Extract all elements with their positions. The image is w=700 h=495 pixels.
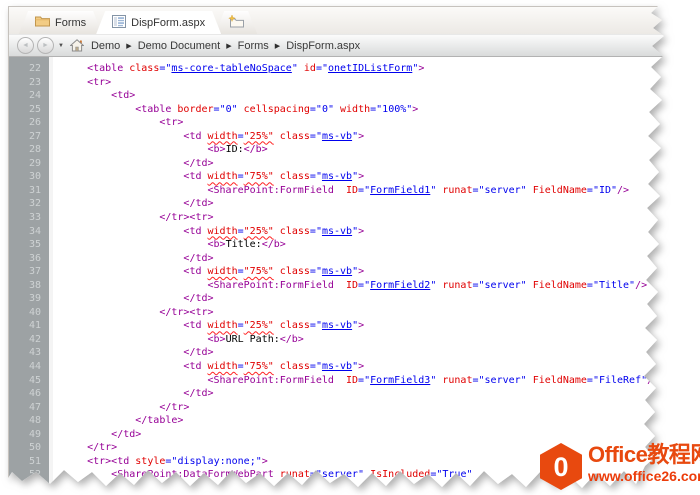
- line-number: 47: [9, 401, 49, 415]
- line-number: 43: [9, 346, 49, 360]
- breadcrumb-separator-icon: ▶: [275, 42, 280, 50]
- code-line: 32 </td>: [9, 197, 687, 211]
- tab-dispform[interactable]: DispForm.aspx: [96, 11, 221, 34]
- breadcrumb-item[interactable]: DispForm.aspx: [286, 40, 360, 52]
- forward-button[interactable]: ►: [37, 37, 54, 54]
- tab-label: Forms: [55, 17, 86, 29]
- line-number: 25: [9, 103, 49, 117]
- code-line: 36 </td>: [9, 252, 687, 266]
- tab-bar: Forms DispForm.aspx: [9, 7, 687, 34]
- watermark: 0 Office教程网 www.office26.com: [540, 443, 700, 495]
- line-number: 38: [9, 279, 49, 293]
- code-line: 42 <b>URL Path:</b>: [9, 333, 687, 347]
- line-number: 42: [9, 333, 49, 347]
- line-number: 39: [9, 292, 49, 306]
- breadcrumb-item[interactable]: Demo: [91, 40, 120, 52]
- editor-window-surface: Forms DispForm.aspx: [8, 6, 687, 492]
- code-line: 28 <b>ID:</b>: [9, 143, 687, 157]
- code-line: 37 <td width="75%" class="ms-vb">: [9, 265, 687, 279]
- code-line: 39 </td>: [9, 292, 687, 306]
- tab-forms[interactable]: Forms: [19, 11, 102, 34]
- code-line: 24 <td>: [9, 89, 687, 103]
- code-line: 46 </td>: [9, 387, 687, 401]
- watermark-site-name: Office教程网: [588, 443, 700, 467]
- breadcrumb-bar: ◄ ► ▼ Demo ▶ Demo Document ▶ Forms ▶ DispForm.…: [9, 34, 687, 57]
- line-number: 46: [9, 387, 49, 401]
- home-icon[interactable]: [70, 39, 84, 52]
- code-editor[interactable]: 22 <table class="ms-core-tableNoSpace" i…: [9, 57, 687, 492]
- form-icon: [112, 15, 126, 31]
- line-number: 23: [9, 76, 49, 90]
- line-number: 31: [9, 184, 49, 198]
- line-number: 50: [9, 441, 49, 455]
- code-line: 30 <td width="75%" class="ms-vb">: [9, 170, 687, 184]
- line-number: 33: [9, 211, 49, 225]
- code-line: 41 <td width="25%" class="ms-vb">: [9, 319, 687, 333]
- line-number: 41: [9, 319, 49, 333]
- line-number: 34: [9, 225, 49, 239]
- code-line: 44 <td width="75%" class="ms-vb">: [9, 360, 687, 374]
- line-number: 22: [9, 62, 49, 76]
- code-line: 49 </td>: [9, 428, 687, 442]
- tab-label: DispForm.aspx: [131, 17, 205, 29]
- code-line: 48 </table>: [9, 414, 687, 428]
- line-number: 26: [9, 116, 49, 130]
- code-lines: 22 <table class="ms-core-tableNoSpace" i…: [9, 57, 687, 482]
- line-number: 48: [9, 414, 49, 428]
- line-number: 51: [9, 455, 49, 469]
- line-number: 28: [9, 143, 49, 157]
- code-line: 40 </tr><tr>: [9, 306, 687, 320]
- line-number: 35: [9, 238, 49, 252]
- code-line: 27 <td width="25%" class="ms-vb">: [9, 130, 687, 144]
- breadcrumb-item[interactable]: Forms: [238, 40, 269, 52]
- folder-icon: [35, 15, 50, 30]
- breadcrumb: Demo ▶ Demo Document ▶ Forms ▶ DispForm.aspx: [89, 40, 362, 52]
- breadcrumb-separator-icon: ▶: [126, 42, 131, 50]
- code-line: 23 <tr>: [9, 76, 687, 90]
- code-line: 38 <SharePoint:FormField ID="FormField2"…: [9, 279, 687, 293]
- breadcrumb-item[interactable]: Demo Document: [138, 40, 221, 52]
- code-line: 22 <table class="ms-core-tableNoSpace" i…: [9, 62, 687, 76]
- svg-text:0: 0: [553, 452, 568, 482]
- line-number: 40: [9, 306, 49, 320]
- line-number: 44: [9, 360, 49, 374]
- watermark-site-url: www.office26.com: [588, 469, 700, 484]
- line-number: 27: [9, 130, 49, 144]
- editor-window: Forms DispForm.aspx: [8, 6, 687, 492]
- tab-new-document[interactable]: [215, 11, 257, 34]
- line-number: 52: [9, 468, 49, 482]
- line-number: 24: [9, 89, 49, 103]
- line-number: 30: [9, 170, 49, 184]
- code-line: 35 <b>Title:</b>: [9, 238, 687, 252]
- new-document-icon: [228, 15, 244, 31]
- code-line: 47 </tr>: [9, 401, 687, 415]
- code-line: 45 <SharePoint:FormField ID="FormField3"…: [9, 374, 687, 388]
- code-line: 29 </td>: [9, 157, 687, 171]
- line-number: 49: [9, 428, 49, 442]
- code-line: 25 <table border="0" cellspacing="0" wid…: [9, 103, 687, 117]
- line-number: 32: [9, 197, 49, 211]
- line-number: 37: [9, 265, 49, 279]
- line-number: 36: [9, 252, 49, 266]
- code-line: 33 </tr><tr>: [9, 211, 687, 225]
- line-number: 45: [9, 374, 49, 388]
- code-line: 43 </td>: [9, 346, 687, 360]
- breadcrumb-separator-icon: ▶: [226, 42, 231, 50]
- code-line: 34 <td width="25%" class="ms-vb">: [9, 225, 687, 239]
- code-line: 26 <tr>: [9, 116, 687, 130]
- nav-history-caret-icon[interactable]: ▼: [58, 43, 64, 49]
- back-button[interactable]: ◄: [17, 37, 34, 54]
- office-logo-icon: 0: [540, 443, 582, 495]
- code-line: 31 <SharePoint:FormField ID="FormField1"…: [9, 184, 687, 198]
- line-number: 29: [9, 157, 49, 171]
